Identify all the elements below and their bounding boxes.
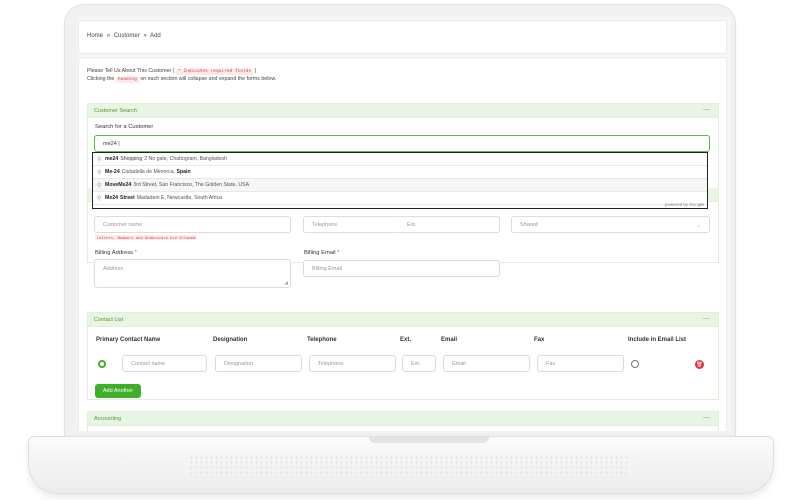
laptop-mockup: Home » Customer » Add Please Tell Us Abo… — [0, 0, 800, 500]
map-pin-icon: ⚲ — [97, 169, 102, 176]
col-ext: Ext. — [400, 337, 412, 343]
map-pin-icon: ⚲ — [97, 156, 102, 163]
contact-fax-input[interactable]: Fax — [537, 355, 624, 372]
placeholder: Ext. — [407, 221, 417, 228]
ext-input[interactable]: Ext. — [399, 216, 500, 233]
customer-name-hint: Letters, Numbers and Underscore are Allo… — [95, 235, 198, 240]
placeholder: Address — [103, 266, 124, 272]
section-title: Customer Search — [94, 108, 137, 114]
col-email: Email — [441, 337, 458, 343]
contact-ext-input[interactable]: Ext. — [402, 355, 436, 372]
autocomplete-item[interactable]: ⚲ MoveMe24 3rd Street, San Francisco, Th… — [93, 179, 707, 192]
form-intro: Please Tell Us About This Customer ( * I… — [87, 67, 276, 83]
heading-tag: heading — [115, 77, 139, 83]
chevron-down-icon: ⌄ — [695, 223, 701, 229]
map-pin-icon: ⚲ — [97, 182, 102, 189]
accounting-section: Accounting — — [87, 411, 719, 431]
placeholder: Fax — [546, 360, 556, 367]
breadcrumb-separator: » — [143, 33, 147, 39]
primary-contact-radio[interactable] — [98, 360, 106, 368]
designation-input[interactable]: Designation — [215, 355, 302, 372]
collapse-icon[interactable]: — — [703, 315, 710, 322]
search-input-value: me24 | — [103, 140, 120, 147]
shared-select[interactable]: Shared ⌄ — [511, 216, 710, 233]
breadcrumb: Home » Customer » Add — [87, 33, 163, 39]
col-telephone: Telephone — [307, 337, 337, 343]
contact-list-heading[interactable]: Contact List — — [88, 313, 718, 327]
placeholder: Billing Email — [312, 265, 342, 272]
breadcrumb-separator: » — [106, 33, 111, 39]
billing-address-label: Billing Address * — [95, 250, 137, 256]
section-title: Contact List — [94, 317, 124, 323]
search-label: Search for a Customer — [95, 124, 154, 130]
billing-address-textarea[interactable]: Address ◢ — [94, 259, 291, 288]
intro-text: Please Tell Us About This Customer ( — [87, 68, 175, 74]
add-another-button[interactable]: Add Another — [95, 384, 141, 398]
contact-name-input[interactable]: Contact name — [122, 355, 207, 372]
breadcrumb-card: Home » Customer » Add — [78, 20, 727, 54]
autocomplete-item[interactable]: ⚲ Me24 Street Madadeni E, Newcastle, Sout… — [93, 192, 707, 205]
intro-text: on each section will collapse and expand… — [140, 76, 277, 82]
breadcrumb-customer[interactable]: Customer — [114, 33, 140, 39]
collapse-icon[interactable]: — — [703, 414, 710, 421]
placeholder: Contact name — [131, 360, 166, 367]
app-screen: Home » Customer » Add Please Tell Us Abo… — [77, 17, 731, 431]
telephone-input[interactable]: Telephone — [303, 216, 400, 233]
places-autocomplete-dropdown: ⚲ me24 Shopping 2 No gate, Chattogram, Ba… — [92, 152, 708, 209]
placeholder: Ext. — [411, 360, 421, 367]
col-designation: Designation — [213, 337, 248, 343]
autocomplete-item[interactable]: ⚲ me24 Shopping 2 No gate, Chattogram, Ba… — [93, 153, 707, 166]
customer-form-card: Please Tell Us About This Customer ( * I… — [78, 57, 727, 431]
laptop-base-notch — [369, 437, 489, 443]
billing-email-input[interactable]: Billing Email — [303, 260, 500, 277]
placeholder: Telephone — [312, 221, 338, 228]
select-value: Shared — [520, 221, 538, 228]
placeholder: Telephone — [318, 360, 344, 367]
breadcrumb-add: Add — [150, 33, 161, 39]
customer-search-input[interactable]: me24 | — [94, 135, 710, 152]
col-include-in-email: Include in Email List — [628, 337, 687, 343]
contact-telephone-input[interactable]: Telephone — [309, 355, 396, 372]
customer-search-heading[interactable]: Customer Search — — [88, 104, 718, 118]
placeholder: Customer name — [103, 221, 143, 228]
contact-email-input[interactable]: Email — [443, 355, 530, 372]
col-primary-contact-name: Primary Contact Name — [96, 337, 161, 343]
autocomplete-item[interactable]: ⚲ Me-24 Ciutadella de Menorca, Spain — [93, 166, 707, 179]
customer-name-input[interactable]: Customer name — [94, 216, 291, 233]
include-in-email-radio[interactable] — [631, 360, 639, 368]
delete-row-icon[interactable]: 🗑 — [695, 360, 704, 369]
map-pin-icon: ⚲ — [97, 195, 102, 202]
billing-email-label: Billing Email * — [304, 250, 340, 256]
laptop-base — [28, 436, 774, 494]
intro-text: ) — [254, 68, 257, 74]
section-title: Accounting — [94, 416, 122, 422]
powered-by-google: powered by Google — [664, 202, 704, 207]
placeholder: Email — [452, 360, 466, 367]
laptop-keyboard-texture — [189, 455, 629, 477]
intro-text: Clicking the — [87, 76, 115, 82]
resize-handle-icon[interactable]: ◢ — [284, 280, 288, 286]
collapse-icon[interactable]: — — [703, 106, 710, 113]
col-fax: Fax — [534, 337, 545, 343]
accounting-heading[interactable]: Accounting — — [88, 412, 718, 426]
breadcrumb-home[interactable]: Home — [87, 33, 103, 39]
placeholder: Designation — [224, 360, 254, 367]
